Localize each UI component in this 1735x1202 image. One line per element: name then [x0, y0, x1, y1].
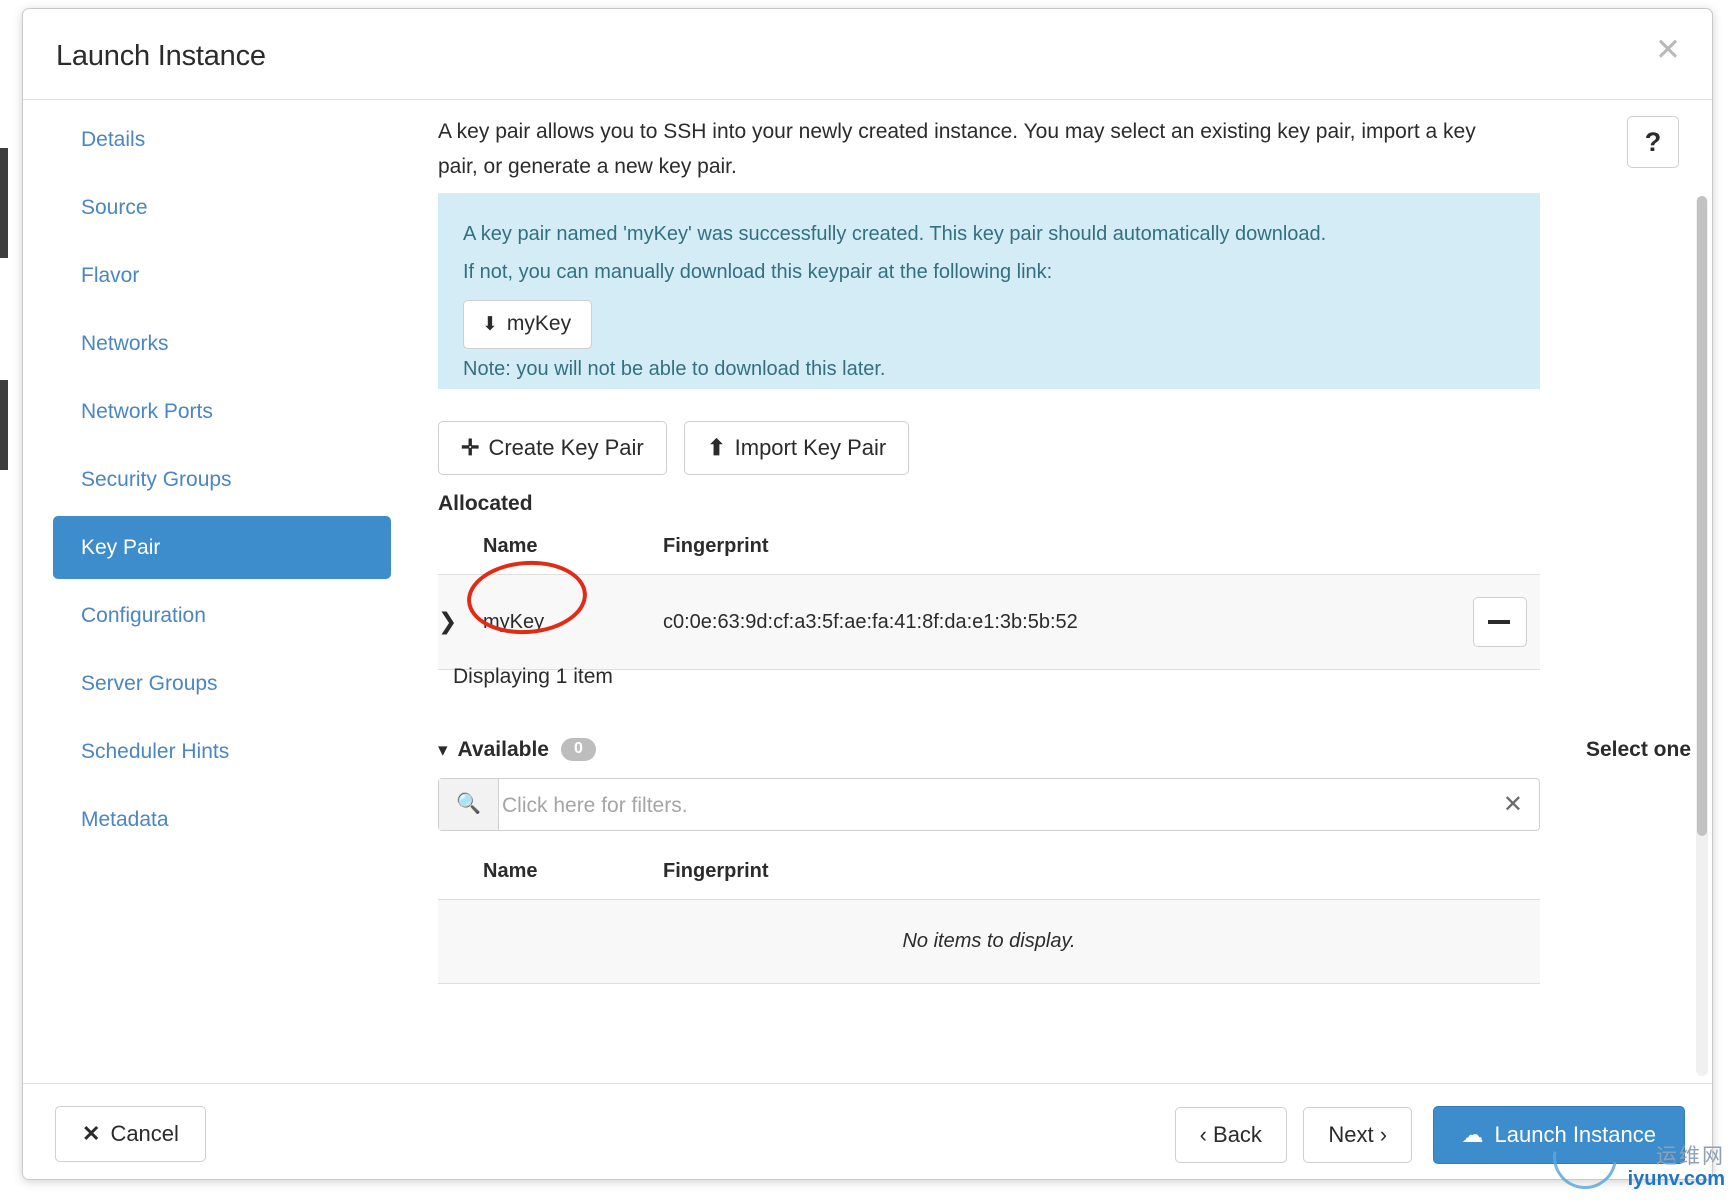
allocated-col-fingerprint: Fingerprint — [663, 535, 769, 557]
table-row[interactable]: ❯ myKey c0:0e:63:9d:cf:a3:5f:ae:fa:41:8f… — [438, 556, 1540, 670]
x-icon: ✕ — [82, 1121, 101, 1146]
sidebar-item-security-groups[interactable]: Security Groups — [53, 448, 391, 511]
next-button[interactable]: Next › — [1303, 1107, 1413, 1163]
allocated-col-name: Name — [483, 535, 538, 557]
launch-instance-modal: Launch Instance ✕ Details Source Flavor … — [22, 8, 1713, 1180]
available-col-actions — [1473, 850, 1540, 900]
help-icon: ? — [1644, 127, 1662, 157]
filter-input[interactable] — [500, 779, 1479, 832]
import-key-pair-button[interactable]: ⬆ Import Key Pair — [684, 421, 910, 475]
cancel-label: Cancel — [110, 1121, 179, 1146]
create-key-pair-button[interactable]: ✛ Create Key Pair — [438, 421, 667, 475]
download-keypair-button[interactable]: ⬇ myKey — [463, 300, 593, 349]
keypair-action-bar: ✛ Create Key Pair ⬆ Import Key Pair — [438, 421, 922, 475]
sidebar-item-scheduler-hints[interactable]: Scheduler Hints — [53, 720, 391, 783]
available-title: Available — [457, 738, 549, 761]
remove-keypair-button[interactable] — [1473, 597, 1527, 647]
available-section-toggle[interactable]: ▾ Available 0 — [438, 738, 596, 762]
sidebar-item-networks[interactable]: Networks — [53, 312, 391, 375]
launch-instance-label: Launch Instance — [1494, 1122, 1656, 1147]
sidebar-item-metadata[interactable]: Metadata — [53, 788, 391, 851]
allocated-title: Allocated — [438, 492, 533, 515]
cloud-upload-icon: ☁ — [1461, 1122, 1484, 1147]
empty-state-row: No items to display. — [438, 899, 1540, 984]
filter-bar: 🔍 ✕ — [438, 778, 1540, 832]
cancel-button[interactable]: ✕ Cancel — [55, 1106, 206, 1162]
row-fingerprint-cell: c0:0e:63:9d:cf:a3:5f:ae:fa:41:8f:da:e1:3… — [663, 574, 1473, 670]
sidebar-item-network-ports[interactable]: Network Ports — [53, 380, 391, 443]
sidebar-item-flavor[interactable]: Flavor — [53, 244, 391, 307]
keypair-created-alert: A key pair named 'myKey' was successfull… — [438, 193, 1540, 389]
available-header-row: Name Fingerprint — [438, 850, 1540, 900]
panel-description: A key pair allows you to SSH into your n… — [438, 120, 1476, 178]
wizard-sidebar: Details Source Flavor Networks Network P… — [23, 100, 423, 1085]
plus-icon: ✛ — [461, 435, 480, 460]
launch-instance-button[interactable]: ☁ Launch Instance — [1432, 1106, 1685, 1164]
available-col-fingerprint: Fingerprint — [663, 860, 769, 882]
modal-header: Launch Instance ✕ — [23, 9, 1712, 100]
keypair-name: myKey — [483, 610, 545, 633]
download-icon: ⬇ — [482, 314, 498, 335]
sidebar-item-configuration[interactable]: Configuration — [53, 584, 391, 647]
import-key-pair-label: Import Key Pair — [734, 435, 887, 460]
modal-footer: ✕ Cancel ‹ Back Next › ☁ Launch Instance — [23, 1083, 1712, 1179]
allocated-col-actions — [1473, 525, 1540, 575]
back-button[interactable]: ‹ Back — [1174, 1107, 1287, 1163]
upload-icon: ⬆ — [707, 435, 726, 460]
sidebar-item-details[interactable]: Details — [53, 108, 391, 171]
alert-note: Note: you will not be able to download t… — [463, 358, 886, 380]
available-spacer-header — [438, 850, 483, 900]
page-title: Launch Instance — [56, 40, 266, 72]
search-icon: 🔍 — [439, 779, 499, 830]
alert-line-1: A key pair named 'myKey' was successfull… — [463, 223, 1327, 245]
content-scrollbar-thumb[interactable] — [1697, 196, 1707, 836]
row-action-cell — [1473, 574, 1540, 670]
sidebar-item-source[interactable]: Source — [53, 176, 391, 239]
footer-right-actions: ‹ Back Next › ☁ Launch Instance — [1163, 1106, 1685, 1164]
help-button[interactable]: ? — [1627, 116, 1679, 168]
allocated-spacer-header — [438, 525, 483, 575]
page-edge-sliver-bottom — [0, 380, 8, 470]
available-count-badge: 0 — [560, 738, 596, 761]
available-table: Name Fingerprint No items to display. — [438, 850, 1540, 984]
page-edge-sliver-top — [0, 148, 8, 258]
chevron-down-icon: ▾ — [438, 739, 448, 761]
row-name-cell: myKey — [464, 556, 663, 670]
allocated-table: Name Fingerprint ❯ myKey c0:0e:63:9d:cf:… — [438, 525, 1540, 670]
content-scrollbar-track[interactable] — [1696, 196, 1708, 1076]
alert-line-2: If not, you can manually download this k… — [463, 261, 1053, 283]
chevron-right-icon[interactable]: ❯ — [438, 609, 457, 635]
allocated-header-row: Name Fingerprint — [438, 525, 1540, 575]
key-pair-panel: ? A key pair allows you to SSH into your… — [423, 100, 1712, 1085]
clear-filter-icon[interactable]: ✕ — [1503, 790, 1523, 818]
empty-state-text: No items to display. — [438, 899, 1540, 984]
create-key-pair-label: Create Key Pair — [488, 435, 644, 460]
allocated-count-text: Displaying 1 item — [453, 665, 613, 688]
close-icon[interactable]: ✕ — [1651, 34, 1685, 68]
available-col-name: Name — [483, 860, 538, 882]
sidebar-item-server-groups[interactable]: Server Groups — [53, 652, 391, 715]
sidebar-item-key-pair[interactable]: Key Pair — [53, 516, 391, 579]
select-one-hint: Select one — [1585, 738, 1691, 761]
download-keypair-label: myKey — [506, 312, 572, 335]
modal-body: Details Source Flavor Networks Network P… — [23, 100, 1712, 1085]
row-expand-cell[interactable]: ❯ — [438, 574, 483, 670]
